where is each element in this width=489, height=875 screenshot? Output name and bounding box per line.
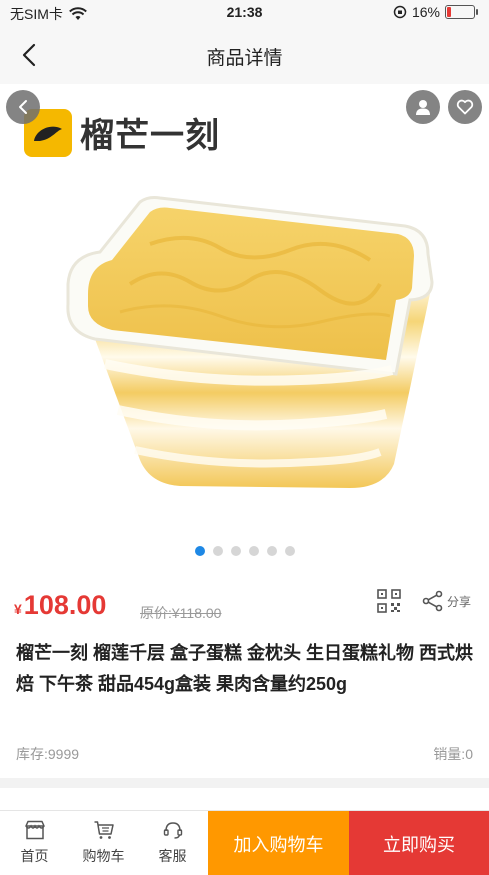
service-tab[interactable]: 客服	[138, 811, 207, 875]
pagination-dot[interactable]	[212, 546, 223, 556]
status-bar: 无SIM卡 21:38 16%	[0, 0, 489, 26]
battery-percent: 16%	[411, 4, 440, 20]
stock-count: 库存:9999	[16, 746, 80, 762]
product-title: 榴芒一刻 榴莲千层 盒子蛋糕 金枕头 生日蛋糕礼物 西式烘焙 下午茶 甜品454…	[16, 643, 474, 694]
page-title: 商品详情	[206, 48, 283, 69]
gallery-back-button[interactable]	[6, 90, 40, 124]
user-icon	[416, 100, 430, 115]
pagination-dot[interactable]	[266, 546, 277, 556]
home-tab[interactable]: 首页	[0, 811, 69, 875]
price-row: ¥108.00 原价:¥118.00 分享	[14, 588, 475, 628]
qr-code-button[interactable]	[376, 588, 402, 614]
currency-symbol: ¥	[14, 601, 22, 617]
battery-icon	[445, 5, 478, 19]
share-button[interactable]: 分享	[422, 590, 471, 612]
buy-now-button[interactable]: 立即购买	[349, 811, 489, 875]
bottom-action-bar: 首页 购物车 客服 加入购物车 立即购买	[0, 810, 489, 875]
pagination-dot[interactable]	[248, 546, 259, 556]
section-divider	[0, 778, 489, 788]
share-icon	[422, 590, 443, 612]
store-icon	[24, 820, 45, 840]
service-label: 客服	[158, 848, 187, 864]
battery-fill	[447, 7, 452, 17]
sales-count: 销量:0	[433, 746, 473, 762]
original-price: 原价:¥118.00	[140, 605, 222, 621]
orientation-lock-icon	[393, 5, 407, 19]
pagination-dot[interactable]	[194, 546, 205, 556]
add-to-cart-button[interactable]: 加入购物车	[208, 811, 349, 875]
pagination-dot[interactable]	[284, 546, 295, 556]
cart-label: 购物车	[82, 848, 125, 864]
favorite-button[interactable]	[448, 90, 482, 124]
product-gallery[interactable]: 榴芒一刻	[0, 84, 489, 572]
product-image	[66, 196, 434, 488]
customer-service-icon	[163, 822, 182, 839]
user-button[interactable]	[406, 90, 440, 124]
home-label: 首页	[20, 848, 49, 864]
gallery-pagination[interactable]	[0, 546, 489, 556]
heart-icon	[456, 99, 474, 115]
nav-bar: 商品详情	[0, 26, 489, 84]
share-label: 分享	[447, 594, 472, 609]
cart-tab[interactable]: 购物车	[69, 811, 138, 875]
cart-icon	[94, 821, 114, 839]
qr-code-icon	[377, 589, 401, 613]
pagination-dot[interactable]	[230, 546, 241, 556]
current-price: ¥108.00	[14, 590, 106, 621]
price-value: 108.00	[23, 590, 107, 620]
chevron-left-icon	[19, 100, 27, 114]
status-right: 16%	[393, 4, 478, 20]
